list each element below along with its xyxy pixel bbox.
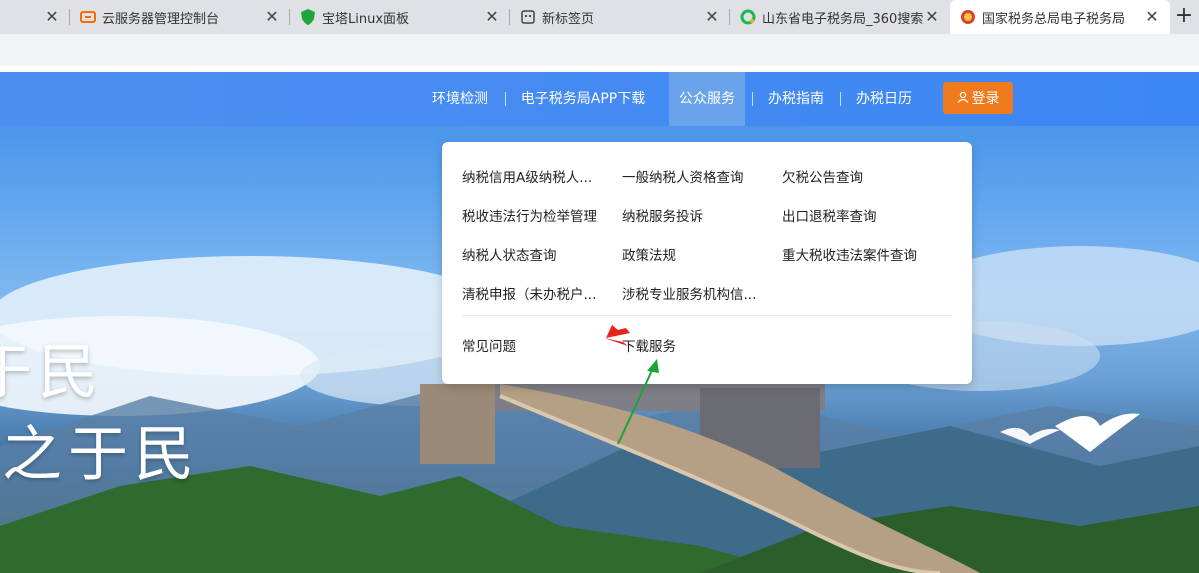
search360-icon: [740, 9, 756, 25]
new-tab-button[interactable]: +: [1173, 5, 1195, 27]
tab-bt-panel[interactable]: 宝塔Linux面板 ✕: [290, 0, 510, 34]
public-service-dropdown: 纳税信用A级纳税人... 一般纳税人资格查询 欠税公告查询 税收违法行为检举管理…: [442, 142, 972, 384]
hero-slogan-line1: 于民: [0, 338, 104, 408]
login-button[interactable]: 登录: [943, 82, 1013, 114]
nav-separator: [505, 92, 506, 106]
tab-new-tab[interactable]: 新标签页 ✕: [510, 0, 730, 34]
menu-item-general-taxpayer[interactable]: 一般纳税人资格查询: [622, 166, 772, 186]
tax-bureau-page: 于民 用之于民 环境检测 电子税务局APP下载 公众服务 办税指南 办税日历 登…: [0, 72, 1199, 573]
tab-close-icon[interactable]: ✕: [1144, 8, 1160, 26]
tab-title: 新标签页: [542, 11, 595, 27]
tab-title: 山东省电子税务局_360搜索: [762, 11, 924, 27]
menu-item-taxpayer-status[interactable]: 纳税人状态查询: [462, 244, 612, 264]
menu-item-complaint[interactable]: 纳税服务投诉: [622, 205, 772, 225]
menu-item-policy[interactable]: 政策法规: [622, 244, 772, 264]
nav-tax-guide[interactable]: 办税指南: [759, 72, 833, 126]
menu-divider: [462, 315, 952, 316]
menu-item-major-cases[interactable]: 重大税收违法案件查询: [782, 244, 932, 264]
tab-tax-bureau[interactable]: 国家税务总局电子税务局 ✕: [950, 0, 1170, 34]
nav-environment-check[interactable]: 环境检测: [422, 72, 498, 126]
tab-close-icon[interactable]: ✕: [704, 8, 720, 26]
nav-public-service[interactable]: 公众服务: [669, 72, 745, 126]
menu-item-clearance[interactable]: 清税申报（未办税户...: [462, 283, 612, 303]
menu-item-export-rebate[interactable]: 出口退税率查询: [782, 205, 932, 225]
tax-emblem-icon: [960, 9, 976, 25]
newtab-grid-icon: [520, 9, 536, 25]
tab-close-icon[interactable]: ✕: [44, 8, 60, 26]
menu-item-credit-a[interactable]: 纳税信用A级纳税人...: [462, 166, 612, 186]
menu-item-professional-agency[interactable]: 涉税专业服务机构信...: [622, 283, 772, 303]
menu-item-download-service[interactable]: 下载服务: [622, 335, 772, 355]
login-label: 登录: [971, 91, 1000, 107]
nav-separator: [840, 92, 841, 106]
menu-item-faq[interactable]: 常见问题: [462, 335, 612, 355]
tab-close-icon[interactable]: ✕: [924, 8, 940, 26]
user-icon: [957, 91, 969, 106]
site-navbar: 环境检测 电子税务局APP下载 公众服务 办税指南 办税日历 登录: [0, 72, 1199, 126]
aliyun-icon: [80, 9, 96, 25]
tab-title: 云服务器管理控制台: [102, 11, 220, 27]
tab-close-icon[interactable]: ✕: [484, 8, 500, 26]
tab-aliyun[interactable]: 云服务器管理控制台 ✕: [70, 0, 290, 34]
tab-partial[interactable]: ✕: [0, 0, 70, 34]
nav-separator: [752, 92, 753, 106]
tab-360-search[interactable]: 山东省电子税务局_360搜索 ✕: [730, 0, 950, 34]
hero-slogan-line2: 用之于民: [0, 420, 200, 490]
nav-tax-calendar[interactable]: 办税日历: [847, 72, 921, 126]
nav-app-download[interactable]: 电子税务局APP下载: [512, 72, 654, 126]
tab-title: 国家税务总局电子税务局: [982, 11, 1126, 27]
menu-item-tax-arrears[interactable]: 欠税公告查询: [782, 166, 932, 186]
browser-toolbar: [0, 34, 1199, 66]
browser-tab-strip: ✕ 云服务器管理控制台 ✕ 宝塔Linux面板 ✕ 新标签页 ✕ 山东省电子税务…: [0, 0, 1199, 34]
menu-item-violation-report[interactable]: 税收违法行为检举管理: [462, 205, 612, 225]
tab-close-icon[interactable]: ✕: [264, 8, 280, 26]
bt-shield-icon: [300, 9, 316, 25]
tab-title: 宝塔Linux面板: [322, 11, 410, 27]
